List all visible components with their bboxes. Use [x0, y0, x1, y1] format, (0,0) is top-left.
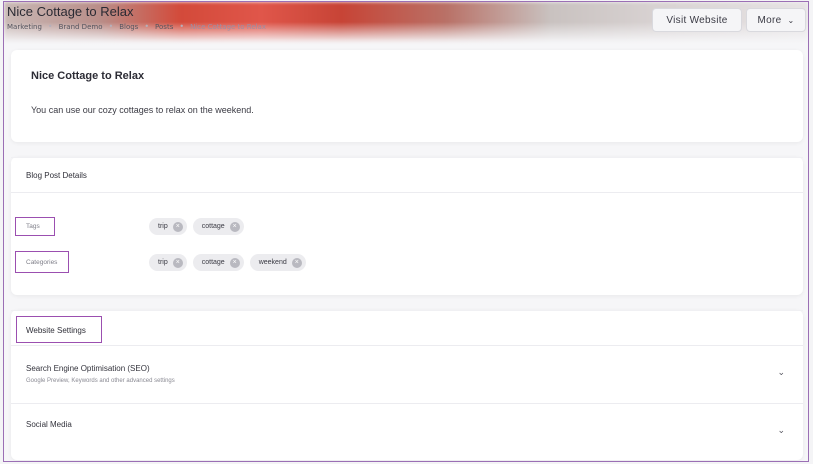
- breadcrumb-item[interactable]: Marketing: [7, 23, 42, 31]
- website-settings-header: Website Settings: [11, 310, 803, 346]
- close-circle-icon[interactable]: ×: [172, 257, 183, 268]
- breadcrumb-separator-icon: •: [47, 22, 53, 31]
- breadcrumb-item[interactable]: Blogs: [119, 23, 138, 31]
- breadcrumb-current: Nice Cottage to Relax: [190, 22, 267, 31]
- close-circle-icon[interactable]: ×: [229, 221, 240, 232]
- close-circle-icon[interactable]: ×: [172, 221, 183, 232]
- category-chip[interactable]: trip ×: [149, 254, 187, 271]
- tags-label: Tags: [15, 217, 55, 236]
- close-circle-icon[interactable]: ×: [291, 257, 302, 268]
- close-circle-icon[interactable]: ×: [229, 257, 240, 268]
- visit-website-button[interactable]: Visit Website: [652, 8, 742, 32]
- website-settings-card: Website Settings Search Engine Optimisat…: [11, 310, 803, 460]
- categories-label: Categories: [15, 251, 69, 273]
- section-title: Website Settings: [16, 316, 102, 343]
- intro-card: Nice Cottage to Relax You can use our co…: [11, 50, 803, 142]
- breadcrumb-separator-icon: •: [108, 22, 114, 31]
- category-chip[interactable]: cottage ×: [192, 254, 244, 271]
- blog-post-details-card: Blog Post Details Tags trip × cottage × …: [11, 157, 803, 295]
- tag-chip[interactable]: cottage ×: [192, 218, 244, 235]
- breadcrumb-separator-icon: •: [144, 22, 150, 31]
- breadcrumb-item[interactable]: Brand Demo: [59, 23, 103, 31]
- page-frame: Nice Cottage to Relax Marketing • Brand …: [3, 1, 809, 462]
- chevron-down-icon[interactable]: ⌄: [777, 426, 785, 436]
- post-title: Nice Cottage to Relax: [31, 70, 145, 82]
- seo-accordion[interactable]: Search Engine Optimisation (SEO) Google …: [11, 346, 803, 404]
- more-label: More: [757, 14, 782, 26]
- visit-website-label: Visit Website: [666, 14, 728, 26]
- social-media-title: Social Media: [26, 420, 72, 429]
- category-chip[interactable]: weekend ×: [249, 254, 306, 271]
- tag-chip[interactable]: trip ×: [149, 218, 187, 235]
- post-description: You can use our cozy cottages to relax o…: [31, 105, 254, 115]
- blog-post-details-header: Blog Post Details: [11, 157, 803, 193]
- categories-list: trip × cottage × weekend ×: [149, 254, 306, 271]
- chevron-down-icon: ⌄: [787, 15, 795, 25]
- section-title: Blog Post Details: [26, 171, 87, 180]
- breadcrumb-separator-icon: •: [179, 22, 185, 31]
- breadcrumb: Marketing • Brand Demo • Blogs • Posts •…: [7, 22, 266, 31]
- seo-title: Search Engine Optimisation (SEO): [26, 364, 150, 373]
- page-title: Nice Cottage to Relax: [7, 4, 134, 19]
- social-media-accordion[interactable]: Social Media ⌄: [11, 404, 803, 460]
- chevron-down-icon[interactable]: ⌄: [777, 368, 785, 378]
- tags-list: trip × cottage ×: [149, 218, 244, 235]
- breadcrumb-item[interactable]: Posts: [155, 23, 173, 31]
- more-button[interactable]: More ⌄: [746, 8, 806, 32]
- seo-subtitle: Google Preview, Keywords and other advan…: [26, 378, 175, 384]
